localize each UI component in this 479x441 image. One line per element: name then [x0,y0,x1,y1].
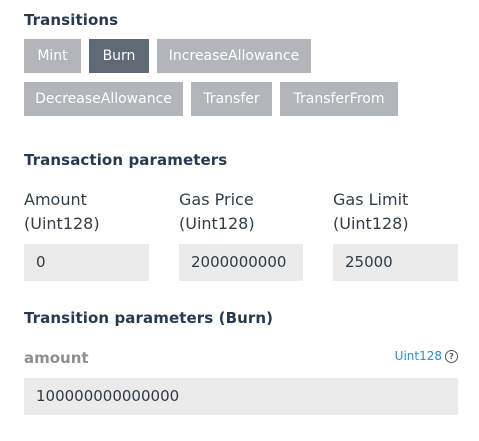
decrease-allowance-button[interactable]: DecreaseAllowance [24,82,183,116]
increase-allowance-button[interactable]: IncreaseAllowance [157,39,311,73]
gas-price-label-type: (Uint128) [179,214,255,233]
transfer-button[interactable]: Transfer [191,82,272,116]
gas-price-label-name: Gas Price [179,190,254,209]
amount-label: Amount (Uint128) [24,188,154,236]
amount-label-name: Amount [24,190,87,209]
gas-limit-label-name: Gas Limit [333,190,409,209]
transfer-from-button[interactable]: TransferFrom [280,82,398,116]
mint-button[interactable]: Mint [24,39,81,73]
gas-limit-input[interactable]: 25000 [333,244,458,281]
gas-price-label: Gas Price (Uint128) [179,188,309,236]
gas-price-input[interactable]: 2000000000 [179,244,303,281]
amount-label-type: (Uint128) [24,214,100,233]
field-type-text[interactable]: Uint128 [395,349,442,363]
field-type-hint[interactable]: Uint128 ? [395,349,458,363]
burn-button[interactable]: Burn [89,39,149,73]
transition-amount-input[interactable]: 100000000000000 [24,378,458,415]
question-circle-icon[interactable]: ? [445,349,458,363]
transaction-parameters-title: Transaction parameters [24,151,228,169]
gas-limit-label-type: (Uint128) [333,214,409,233]
amount-field-label: amount [24,349,89,367]
amount-input[interactable]: 0 [24,244,149,281]
transitions-title: Transitions [24,11,119,29]
transition-parameters-title: Transition parameters (Burn) [24,309,274,327]
gas-limit-label: Gas Limit (Uint128) [333,188,463,236]
